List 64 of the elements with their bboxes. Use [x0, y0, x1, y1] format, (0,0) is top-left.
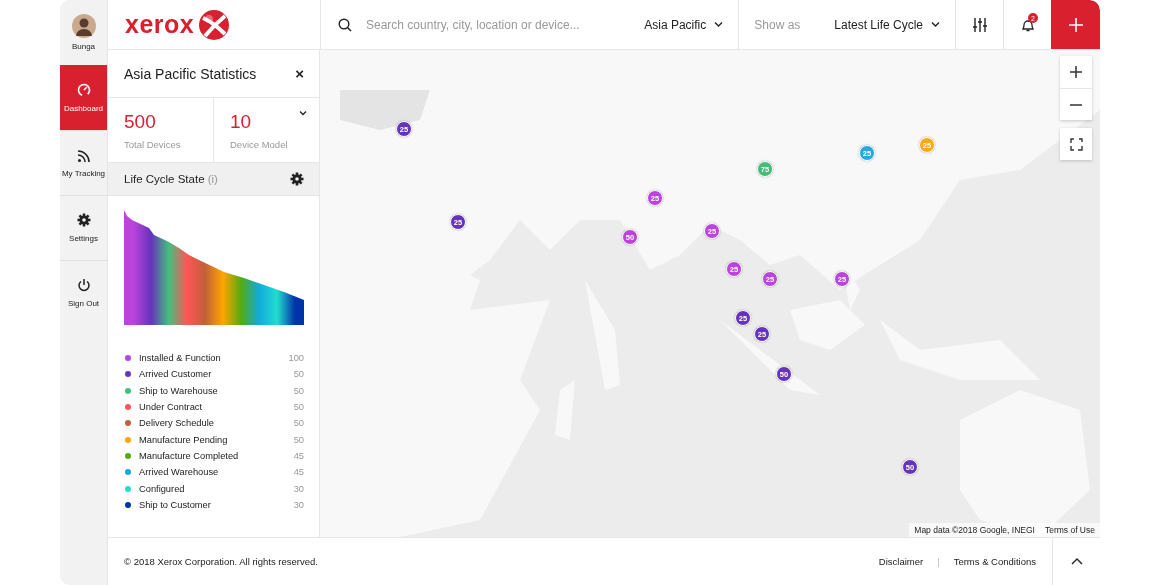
terms-link[interactable]: Terms of Use — [1039, 523, 1100, 537]
power-icon — [76, 278, 91, 292]
settings-icon — [290, 172, 304, 186]
chevron-up-icon — [1070, 558, 1083, 565]
panel-title: Asia Pacific Statistics — [124, 65, 257, 82]
nav-item[interactable]: Sign Out — [60, 260, 107, 325]
legend-value: 50 — [293, 418, 304, 429]
stat-label: Total Devices — [124, 139, 181, 150]
map-attribution: Map data ©2018 Google, INEGI — [913, 524, 1036, 537]
section-title: Life Cycle State (i) — [124, 173, 218, 185]
add-button[interactable] — [1051, 0, 1100, 49]
legend-value: 45 — [293, 467, 304, 478]
legend-label: Arrived Customer — [139, 369, 213, 380]
legend-value: 50 — [293, 402, 304, 413]
legend-label: Manufacture Pending — [139, 434, 229, 445]
fullscreen-icon — [1069, 137, 1083, 151]
legend-label: Installed & Function — [139, 353, 222, 364]
legend-value: 50 — [293, 369, 304, 380]
legend-value: 50 — [293, 385, 304, 396]
avatar — [71, 14, 96, 38]
show-as-dropdown[interactable]: Latest Life Cycle — [824, 0, 955, 49]
show-as-label: Show as — [738, 0, 825, 49]
legend-label: Ship to Warehouse — [139, 385, 219, 396]
chevron-down-icon[interactable] — [299, 110, 307, 116]
bell-icon — [1020, 17, 1035, 32]
region-dropdown[interactable]: Asia Pacific — [634, 0, 739, 49]
zoom-out-button[interactable] — [1060, 88, 1092, 120]
legend-label: Ship to Customer — [139, 499, 212, 510]
legend-label: Arrived Warehouse — [139, 467, 220, 478]
gauge-icon — [76, 83, 91, 97]
legend-value: 45 — [293, 450, 304, 461]
legend-label: Configured — [139, 483, 186, 494]
feed-icon — [77, 148, 90, 162]
user-name: Bunga — [71, 42, 96, 51]
search-icon — [338, 17, 352, 32]
copyright-text: © 2018 Xerox Corporation. All rights reserved. — [123, 556, 319, 567]
chevron-down-icon — [931, 21, 940, 28]
close-button[interactable]: × — [295, 65, 304, 82]
legend-label: Manufacture Completed — [139, 450, 240, 461]
sphere-logo-icon — [198, 8, 231, 41]
legend-label: Delivery Schedule — [139, 418, 215, 429]
stat-value: 10 — [230, 111, 252, 133]
legend-value: 50 — [293, 434, 304, 445]
logo-text: xerox — [125, 12, 195, 37]
fullscreen-button[interactable] — [1060, 128, 1092, 160]
stat-label: Device Model — [230, 139, 288, 150]
legend-value: 30 — [293, 499, 304, 510]
search-field[interactable]: Search country, city, location or device... — [364, 16, 628, 33]
legend-value: 100 — [288, 353, 304, 364]
zoom-in-button[interactable] — [1060, 56, 1092, 88]
footer-link[interactable]: Terms & Conditions — [953, 556, 1036, 567]
stat-value: 500 — [124, 111, 156, 133]
footer-link[interactable]: Disclaimer — [878, 556, 924, 567]
legend-value: 30 — [293, 483, 304, 494]
nav-item[interactable]: Settings — [60, 195, 107, 260]
legend-label: Under Contract — [139, 402, 204, 413]
nav-item[interactable]: Dashboard — [60, 65, 107, 130]
link-separator: | — [937, 556, 940, 567]
chevron-down-icon — [714, 21, 724, 28]
plus-icon — [1068, 17, 1083, 32]
plus-icon — [1070, 66, 1082, 78]
settings-icon — [76, 213, 91, 227]
nav-item[interactable]: My Tracking — [60, 130, 107, 195]
sliders-icon — [972, 17, 987, 32]
